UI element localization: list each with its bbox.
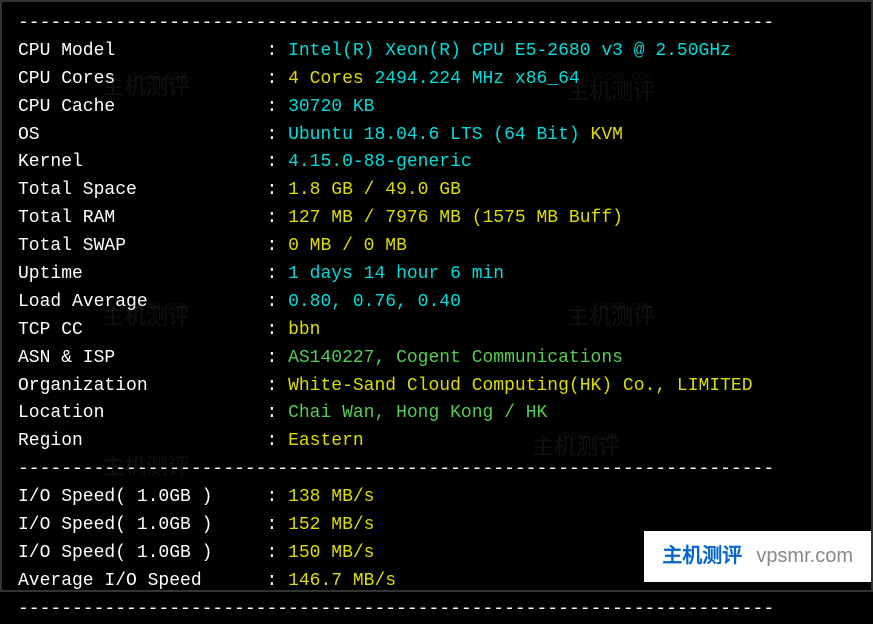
row-prefix: 4 Cores <box>288 69 364 89</box>
io-label: I/O Speed( 1.0GB ) <box>18 487 266 507</box>
info-row: Total RAM : 127 MB / 7976 MB (1575 MB Bu… <box>18 205 855 233</box>
row-label: OS <box>18 125 266 145</box>
info-row: Kernel : 4.15.0-88-generic <box>18 149 855 177</box>
io-value: 138 MB/s <box>288 487 374 507</box>
io-label: Average I/O Speed <box>18 571 266 591</box>
row-label: CPU Model <box>18 41 266 61</box>
row-value: Eastern <box>288 431 364 451</box>
row-value: Chai Wan, Hong Kong / HK <box>288 403 547 423</box>
divider-top: ----------------------------------------… <box>18 10 855 38</box>
bottom-banner: 主机测评 vpsmr.com <box>644 531 871 582</box>
info-row: Organization : White-Sand Cloud Computin… <box>18 373 855 401</box>
colon: : <box>266 431 288 451</box>
row-value: Ubuntu 18.04.6 LTS (64 Bit) <box>288 125 580 145</box>
row-label: Uptime <box>18 264 266 284</box>
row-value: White-Sand Cloud Computing(HK) Co., LIMI… <box>288 376 752 396</box>
info-row: OS : Ubuntu 18.04.6 LTS (64 Bit) KVM <box>18 122 855 150</box>
colon: : <box>266 571 288 591</box>
system-info-rows: CPU Model : Intel(R) Xeon(R) CPU E5-2680… <box>18 38 855 456</box>
row-value: 30720 KB <box>288 97 374 117</box>
colon: : <box>266 208 288 228</box>
colon: : <box>266 543 288 563</box>
row-label: CPU Cores <box>18 69 266 89</box>
info-row: CPU Model : Intel(R) Xeon(R) CPU E5-2680… <box>18 38 855 66</box>
info-row: Total SWAP : 0 MB / 0 MB <box>18 233 855 261</box>
io-value: 152 MB/s <box>288 515 374 535</box>
row-label: Organization <box>18 376 266 396</box>
colon: : <box>266 264 288 284</box>
banner-url: vpsmr.com <box>756 541 853 572</box>
info-row: Location : Chai Wan, Hong Kong / HK <box>18 400 855 428</box>
colon: : <box>266 348 288 368</box>
colon: : <box>266 152 288 172</box>
row-label: ASN & ISP <box>18 348 266 368</box>
banner-title: 主机测评 <box>662 541 742 572</box>
row-label: CPU Cache <box>18 97 266 117</box>
row-value: 2494.224 MHz x86_64 <box>364 69 580 89</box>
colon: : <box>266 403 288 423</box>
colon: : <box>266 69 288 89</box>
row-label: TCP CC <box>18 320 266 340</box>
info-row: Load Average : 0.80, 0.76, 0.40 <box>18 289 855 317</box>
info-row: CPU Cache : 30720 KB <box>18 94 855 122</box>
info-row: Uptime : 1 days 14 hour 6 min <box>18 261 855 289</box>
colon: : <box>266 292 288 312</box>
row-label: Total Space <box>18 180 266 200</box>
colon: : <box>266 41 288 61</box>
info-row: Total Space : 1.8 GB / 49.0 GB <box>18 177 855 205</box>
row-label: Region <box>18 431 266 451</box>
row-value: 1 days 14 hour 6 min <box>288 264 504 284</box>
row-label: Load Average <box>18 292 266 312</box>
row-label: Location <box>18 403 266 423</box>
info-row: Region : Eastern <box>18 428 855 456</box>
colon: : <box>266 180 288 200</box>
colon: : <box>266 487 288 507</box>
row-label: Kernel <box>18 152 266 172</box>
divider-bottom: ----------------------------------------… <box>18 596 855 624</box>
info-row: ASN & ISP : AS140227, Cogent Communicati… <box>18 345 855 373</box>
colon: : <box>266 236 288 256</box>
io-label: I/O Speed( 1.0GB ) <box>18 543 266 563</box>
row-suffix: KVM <box>580 125 623 145</box>
row-value: Intel(R) Xeon(R) CPU E5-2680 v3 @ 2.50GH… <box>288 41 731 61</box>
row-value: 0 MB / 0 MB <box>288 236 407 256</box>
row-value: 1.8 GB / 49.0 GB <box>288 180 461 200</box>
info-row: CPU Cores : 4 Cores 2494.224 MHz x86_64 <box>18 66 855 94</box>
io-row: I/O Speed( 1.0GB ) : 138 MB/s <box>18 484 855 512</box>
row-value: bbn <box>288 320 320 340</box>
row-label: Total RAM <box>18 208 266 228</box>
io-value: 150 MB/s <box>288 543 374 563</box>
row-value: 4.15.0-88-generic <box>288 152 472 172</box>
colon: : <box>266 515 288 535</box>
io-value: 146.7 MB/s <box>288 571 396 591</box>
colon: : <box>266 320 288 340</box>
divider-mid: ----------------------------------------… <box>18 456 855 484</box>
io-label: I/O Speed( 1.0GB ) <box>18 515 266 535</box>
row-value: AS140227, Cogent Communications <box>288 348 623 368</box>
row-value: 0.80, 0.76, 0.40 <box>288 292 461 312</box>
row-value: 127 MB / 7976 MB (1575 MB Buff) <box>288 208 623 228</box>
info-row: TCP CC : bbn <box>18 317 855 345</box>
colon: : <box>266 125 288 145</box>
colon: : <box>266 376 288 396</box>
row-label: Total SWAP <box>18 236 266 256</box>
colon: : <box>266 97 288 117</box>
